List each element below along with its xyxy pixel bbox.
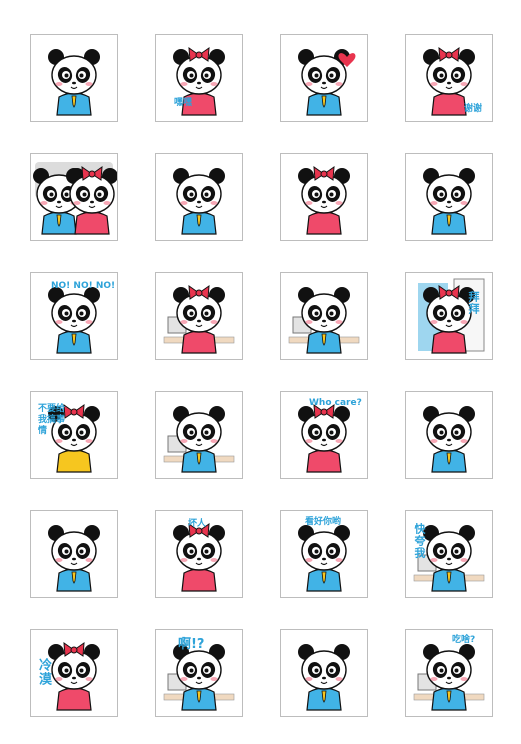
panda-sticker-image	[163, 284, 235, 354]
sticker-tile[interactable]: 坏人	[155, 510, 243, 598]
sticker-caption: 快夸我	[413, 523, 426, 559]
panda-sticker-image	[48, 49, 100, 116]
panda-sticker-image	[173, 46, 225, 116]
panda-sticker-image	[288, 287, 360, 354]
panda-sticker-image	[173, 168, 225, 235]
sticker-tile[interactable]	[280, 153, 368, 241]
sticker-tile[interactable]: 看好你哟	[280, 510, 368, 598]
sticker-caption: 冷漠	[36, 658, 51, 686]
panda-sticker-image	[48, 525, 100, 592]
sticker-tile[interactable]	[280, 629, 368, 717]
sticker-caption: 吃啥?	[452, 635, 476, 645]
panda-sticker-image	[298, 644, 350, 711]
sticker-tile[interactable]	[155, 153, 243, 241]
sticker-caption: NO! NO! NO!	[51, 281, 116, 291]
sticker-tile[interactable]	[280, 34, 368, 122]
sticker-tile[interactable]	[155, 391, 243, 479]
sticker-grid: 嘿嘿谢谢 NO! NO! NO! 拜拜不要给我搞事情 Who care? 坏人 看好你哟快…	[0, 0, 521, 744]
sticker-caption: 不要给我搞事情	[38, 404, 66, 436]
sticker-tile[interactable]	[30, 34, 118, 122]
panda-sticker-image	[298, 165, 350, 235]
sticker-tile[interactable]: 吃啥?	[405, 629, 493, 717]
sticker-tile[interactable]: NO! NO! NO!	[30, 272, 118, 360]
sticker-caption: 坏人	[188, 519, 207, 529]
sticker-tile[interactable]	[155, 272, 243, 360]
sticker-tile[interactable]	[405, 153, 493, 241]
sticker-caption: 谢谢	[464, 104, 483, 114]
sticker-tile[interactable]	[30, 510, 118, 598]
panda-sticker-image	[298, 49, 356, 116]
sticker-tile[interactable]	[405, 391, 493, 479]
sticker-tile[interactable]: 嘿嘿	[155, 34, 243, 122]
panda-sticker-image	[423, 168, 475, 235]
panda-sticker-image	[423, 406, 475, 473]
sticker-caption: 啊!?	[178, 637, 205, 652]
sticker-tile[interactable]: Who care?	[280, 391, 368, 479]
sticker-tile[interactable]	[30, 153, 118, 241]
sticker-tile[interactable]: 冷漠	[30, 629, 118, 717]
sticker-tile[interactable]: 啊!?	[155, 629, 243, 717]
panda-sticker-image	[33, 162, 117, 235]
panda-sticker-image	[163, 406, 235, 473]
panda-sticker-image	[413, 644, 485, 711]
sticker-tile[interactable]: 不要给我搞事情	[30, 391, 118, 479]
sticker-tile[interactable]	[280, 272, 368, 360]
sticker-caption: Who care?	[309, 398, 362, 408]
sticker-tile[interactable]: 拜拜	[405, 272, 493, 360]
sticker-tile[interactable]: 谢谢	[405, 34, 493, 122]
panda-sticker-image	[418, 278, 485, 354]
sticker-caption: 看好你哟	[305, 517, 342, 527]
sticker-caption: 拜拜	[467, 291, 480, 315]
sticker-tile[interactable]: 快夸我	[405, 510, 493, 598]
sticker-caption: 嘿嘿	[174, 98, 193, 108]
